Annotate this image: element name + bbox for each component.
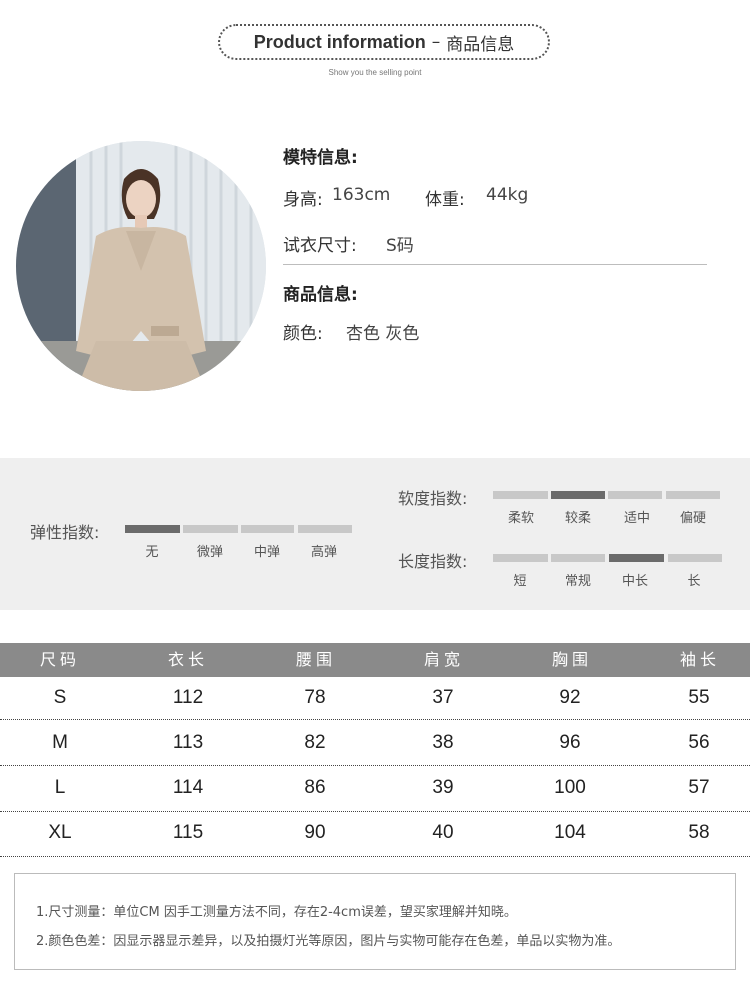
table-cell: L [54,777,66,798]
table-cell: 113 [172,732,204,753]
softness-option-3: 偏硬 [679,511,706,526]
model-info-heading: 模特信息: [283,148,358,168]
elasticity-option-2: 中弹 [253,545,280,560]
note-color-difference: 2.颜色色差：因显示器显示差异，以及拍摄灯光等原因，图片与实物可能存在色差，单品… [36,934,621,949]
table-cell: 38 [432,732,454,753]
model-size-value: S码 [386,236,414,256]
length-option-3: 长 [687,574,701,589]
table-cell: 96 [559,732,581,753]
table-cell: 100 [554,777,586,798]
model-height-label: 身高: [283,190,323,210]
model-photo-illustration [16,141,266,391]
length-segment-3 [668,554,722,562]
length-option-2: 中长 [621,574,648,589]
softness-segment-0 [493,491,548,499]
length-segment-2 [609,554,664,562]
softness-index-label: 软度指数: [398,489,468,508]
table-cell: 82 [304,732,326,753]
model-weight-value: 44kg [486,185,529,205]
table-cell: 115 [172,822,204,843]
model-photo [16,141,266,391]
softness-option-0: 柔软 [507,511,534,526]
length-col-header: 衣长 [167,650,208,669]
table-cell: 78 [304,687,326,708]
elasticity-segment-3 [298,525,352,533]
table-cell: 90 [304,822,326,843]
chest-col-header: 胸围 [551,650,592,669]
product-color-label: 颜色: [283,324,323,344]
table-cell: 112 [172,687,204,708]
elasticity-segment-2 [241,525,294,533]
softness-segment-1 [551,491,605,499]
length-option-0: 短 [513,574,527,589]
length-segment-0 [493,554,548,562]
title-separator: – [431,32,441,52]
elasticity-segment-0 [125,525,180,533]
table-cell: 56 [688,732,710,753]
model-size-label: 试衣尺寸: [283,236,357,256]
softness-option-1: 较柔 [564,511,591,526]
table-cell: 92 [559,687,581,708]
size-col-header: 尺码 [39,650,80,669]
table-cell: 40 [432,822,454,843]
softness-segment-3 [666,491,720,499]
length-index-label: 长度指数: [398,552,468,571]
shoulder-col-header: 肩宽 [423,650,464,669]
table-cell: XL [48,822,72,843]
softness-segment-2 [608,491,662,499]
measurement-notes-box: 1.尺寸测量：单位CM 因手工测量方法不同，存在2-4cm误差，望买家理解并知晓… [14,873,736,970]
row-divider [0,811,750,812]
table-cell: 104 [554,822,586,843]
table-cell: 37 [432,687,454,708]
sleeve-col-header: 袖长 [679,650,720,669]
info-divider [283,264,707,265]
table-cell: 58 [688,822,710,843]
title-chinese: 商品信息 [446,34,515,55]
product-color-value: 杏色 灰色 [346,324,420,344]
elasticity-index-label: 弹性指数: [30,523,100,542]
row-divider [0,856,750,857]
model-height-value: 163cm [332,185,391,205]
title-english: Product information [253,31,426,52]
table-cell: S [53,687,67,708]
table-cell: 57 [688,777,710,798]
section-title-badge: Product information – 商品信息 [218,24,550,60]
note-measurement: 1.尺寸测量：单位CM 因手工测量方法不同，存在2-4cm误差，望买家理解并知晓… [36,905,517,920]
softness-option-2: 适中 [623,511,650,526]
product-info-heading: 商品信息: [283,285,358,305]
table-cell: M [52,732,68,753]
section-subtitle: Show you the selling point [328,68,422,77]
elasticity-option-1: 微弹 [196,545,223,560]
length-option-1: 常规 [564,574,591,589]
model-weight-label: 体重: [425,190,465,210]
row-divider [0,765,750,766]
table-cell: 55 [688,687,710,708]
waist-col-header: 腰围 [295,650,336,669]
table-cell: 39 [432,777,454,798]
elasticity-segment-1 [183,525,238,533]
size-table-header: 尺码 衣长 腰围 肩宽 胸围 袖长 [0,643,750,677]
table-cell: 114 [172,777,204,798]
row-divider [0,719,750,720]
elasticity-option-3: 高弹 [310,545,337,560]
table-cell: 86 [304,777,326,798]
length-segment-1 [551,554,605,562]
elasticity-option-0: 无 [145,545,159,560]
